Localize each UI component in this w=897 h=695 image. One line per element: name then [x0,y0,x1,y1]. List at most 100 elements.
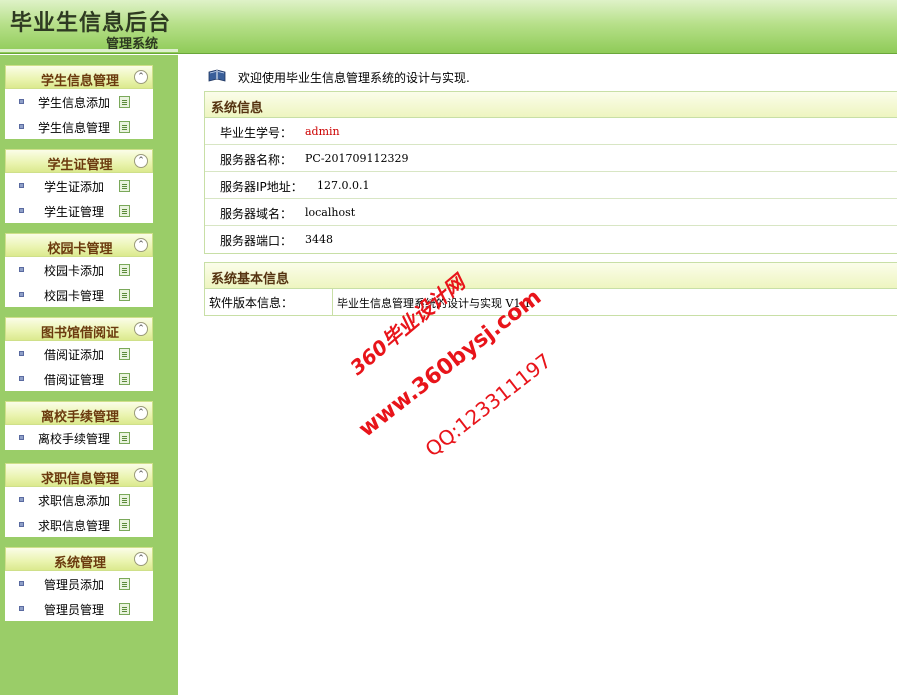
bullet-icon [19,208,24,213]
menu-group-library: 图书馆借阅证 ⌃ 借阅证添加 借阅证管理 [5,317,153,391]
menu-group-leave: 离校手续管理 ⌃ 离校手续管理 [5,401,153,450]
bullet-icon [19,267,24,272]
sidebar-item-job-manage[interactable]: 求职信息管理 [5,512,153,537]
sidebar-item-label[interactable]: 管理员管理 [44,601,104,618]
sidebar-item-label[interactable]: 借阅证管理 [44,371,104,388]
bullet-icon [19,497,24,502]
document-icon [119,121,130,133]
sidebar-item-label[interactable]: 学生证管理 [44,203,104,220]
document-icon [119,373,130,385]
bullet-icon [19,376,24,381]
header-underline [0,49,178,52]
sidebar-item-admin-add[interactable]: 管理员添加 [5,571,153,596]
bullet-icon [19,124,24,129]
collapse-icon[interactable]: ⌃ [134,154,148,168]
menu-group-job: 求职信息管理 ⌃ 求职信息添加 求职信息管理 [5,463,153,537]
info-row-student-id: 毕业生学号： admin [205,118,897,145]
info-label: 服务器域名： [220,207,293,221]
header-banner: 毕业生信息后台 管理系统 [0,0,897,54]
sidebar-item-label[interactable]: 借阅证添加 [44,346,104,363]
menu-header[interactable]: 图书馆借阅证 ⌃ [5,317,153,341]
info-label: 服务器名称： [220,153,293,167]
info-label: 软件版本信息： [209,296,294,310]
sidebar-item-label[interactable]: 学生证添加 [44,178,104,195]
document-icon [119,432,130,444]
sidebar-item-campus-manage[interactable]: 校园卡管理 [5,282,153,307]
panel-title: 系统基本信息 [211,272,290,287]
book-icon [208,69,226,82]
sidebar-item-card-add[interactable]: 学生证添加 [5,173,153,198]
menu-title: 离校手续管理 [40,410,119,425]
menu-title: 求职信息管理 [40,472,119,487]
menu-header[interactable]: 校园卡管理 ⌃ [5,233,153,257]
menu-title: 学生信息管理 [40,74,119,89]
menu-header[interactable]: 学生信息管理 ⌃ [5,65,153,89]
info-value: PC-201709112329 [305,152,409,165]
document-icon [119,603,130,615]
sidebar-item-student-manage[interactable]: 学生信息管理 [5,114,153,139]
info-value: 127.0.0.1 [317,179,370,192]
menu-header[interactable]: 求职信息管理 ⌃ [5,463,153,487]
menu-title: 系统管理 [53,556,106,571]
panel-title: 系统信息 [211,101,264,116]
menu-group-system: 系统管理 ⌃ 管理员添加 管理员管理 [5,547,153,621]
collapse-icon[interactable]: ⌃ [134,322,148,336]
sidebar-item-label[interactable]: 校园卡管理 [44,287,104,304]
collapse-icon[interactable]: ⌃ [134,406,148,420]
panel-header: 系统基本信息 [205,263,897,289]
panel-header: 系统信息 [205,92,897,118]
document-icon [119,96,130,108]
menu-header[interactable]: 离校手续管理 ⌃ [5,401,153,425]
info-label: 服务器IP地址： [220,180,303,194]
menu-group-campus-card: 校园卡管理 ⌃ 校园卡添加 校园卡管理 [5,233,153,307]
sidebar-item-campus-add[interactable]: 校园卡添加 [5,257,153,282]
collapse-icon[interactable]: ⌃ [134,468,148,482]
bullet-icon [19,435,24,440]
collapse-icon[interactable]: ⌃ [134,238,148,252]
collapse-icon[interactable]: ⌃ [134,70,148,84]
bullet-icon [19,581,24,586]
sidebar-item-label[interactable]: 学生信息添加 [38,94,110,111]
document-icon [119,578,130,590]
sidebar-item-student-add[interactable]: 学生信息添加 [5,89,153,114]
info-value: 3448 [305,233,333,246]
sidebar-item-label[interactable]: 校园卡添加 [44,262,104,279]
menu-title: 校园卡管理 [47,242,113,257]
bullet-icon [19,351,24,356]
bullet-icon [19,183,24,188]
document-icon [119,289,130,301]
info-label: 毕业生学号： [220,126,293,140]
bullet-icon [19,606,24,611]
document-icon [119,519,130,531]
sidebar-item-library-manage[interactable]: 借阅证管理 [5,366,153,391]
menu-header[interactable]: 系统管理 ⌃ [5,547,153,571]
sidebar-item-job-add[interactable]: 求职信息添加 [5,487,153,512]
bullet-icon [19,292,24,297]
info-label: 服务器端口： [220,234,293,248]
menu-title: 学生证管理 [47,158,113,173]
info-row-server-ip: 服务器IP地址： 127.0.0.1 [205,172,897,199]
info-row-software-version: 软件版本信息： 毕业生信息管理系统的设计与实现 V1.1 [205,289,897,315]
info-row-server-name: 服务器名称： PC-201709112329 [205,145,897,172]
sidebar-item-label[interactable]: 求职信息管理 [38,517,110,534]
sidebar-item-leave-manage[interactable]: 离校手续管理 [5,425,153,450]
info-row-server-port: 服务器端口： 3448 [205,226,897,253]
document-icon [119,494,130,506]
sidebar-item-label[interactable]: 离校手续管理 [38,430,110,447]
bullet-icon [19,99,24,104]
sidebar-item-label[interactable]: 管理员添加 [44,576,104,593]
sidebar-item-label[interactable]: 学生信息管理 [38,119,110,136]
info-value: localhost [305,206,356,219]
menu-group-student-info: 学生信息管理 ⌃ 学生信息添加 学生信息管理 [5,65,153,139]
bullet-icon [19,522,24,527]
menu-header[interactable]: 学生证管理 ⌃ [5,149,153,173]
sidebar-item-card-manage[interactable]: 学生证管理 [5,198,153,223]
collapse-icon[interactable]: ⌃ [134,552,148,566]
sidebar-item-admin-manage[interactable]: 管理员管理 [5,596,153,621]
system-info-panel: 系统信息 毕业生学号： admin 服务器名称： PC-201709112329… [204,91,897,254]
sidebar: 学生信息管理 ⌃ 学生信息添加 学生信息管理 学生证管理 ⌃ 学生证添加 学生证… [0,55,178,695]
sidebar-item-label[interactable]: 求职信息添加 [38,492,110,509]
document-icon [119,348,130,360]
document-icon [119,205,130,217]
sidebar-item-library-add[interactable]: 借阅证添加 [5,341,153,366]
